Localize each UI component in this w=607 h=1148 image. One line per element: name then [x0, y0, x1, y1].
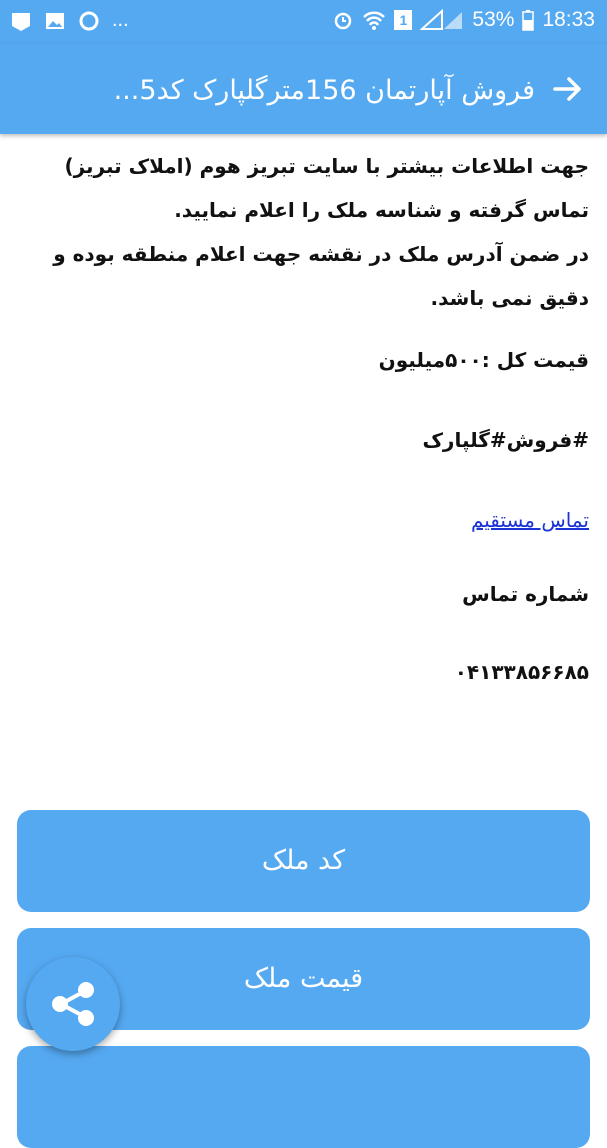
phone-label: شماره تماس	[462, 582, 589, 606]
clock: 18:33	[542, 8, 595, 31]
third-action-button[interactable]	[17, 1046, 590, 1148]
description-line: در ضمن آدرس ملک در نقشه جهت اعلام منطقه …	[53, 242, 589, 266]
hashtags: #فروش#گلپارک	[422, 428, 589, 452]
description-line: جهت اطلاعات بیشتر با سایت تبریز هوم (امل…	[64, 154, 589, 178]
arrow-right-icon[interactable]	[551, 72, 585, 106]
total-price: قیمت کل :۵۰۰میلیون	[378, 348, 589, 372]
property-code-button[interactable]: کد ملک	[17, 810, 590, 912]
status-bar: ... 1 53% 18:33	[0, 0, 607, 44]
wifi-icon	[363, 11, 386, 30]
sync-icon	[79, 11, 99, 30]
sim-icon: 1	[394, 10, 413, 30]
notification-icon	[12, 12, 30, 31]
app-bar: فروش آپارتمان 156مترگلپارک کد5...	[0, 44, 607, 134]
phone-number[interactable]: ۰۴۱۳۳۸۵۶۶۸۵	[455, 660, 589, 684]
share-fab[interactable]	[26, 957, 120, 1051]
status-more: ...	[112, 9, 129, 31]
listing-description: جهت اطلاعات بیشتر با سایت تبریز هوم (امل…	[18, 144, 589, 684]
signal-icon	[420, 9, 463, 30]
status-left: ...	[10, 9, 129, 32]
share-icon	[52, 982, 94, 1026]
image-icon	[46, 12, 64, 29]
battery-percent: 53%	[472, 8, 515, 31]
status-right: 1 53% 18:33	[332, 8, 595, 32]
battery-icon	[522, 10, 535, 31]
description-line: دقیق نمی باشد.	[430, 286, 589, 310]
description-line: تماس گرفته و شناسه ملک را اعلام نمایید.	[174, 198, 589, 222]
direct-contact-link[interactable]: تماس مستقیم	[471, 508, 589, 532]
alarm-icon	[335, 12, 352, 30]
page-title: فروش آپارتمان 156مترگلپارک کد5...	[113, 75, 535, 106]
